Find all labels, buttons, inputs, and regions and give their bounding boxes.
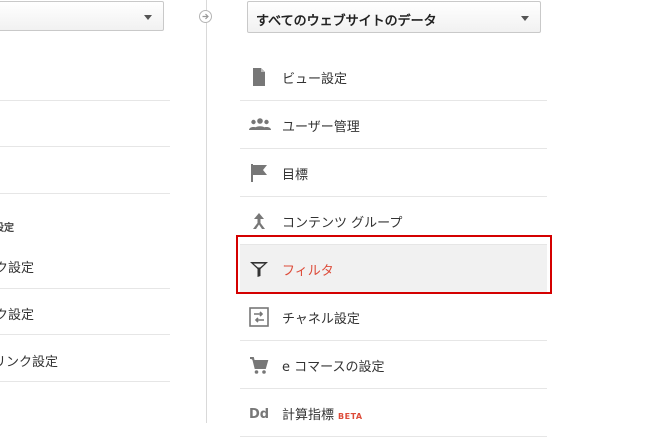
cart-icon (249, 355, 269, 375)
menu-item-label: ユーザー管理 (282, 120, 360, 135)
content-grouping-icon (249, 211, 269, 231)
view-select-value: すべてのウェブサイトのデータ (256, 14, 437, 29)
menu-item-label: コンテンツ グループ (282, 216, 403, 231)
menu-item-ecommerce-settings[interactable]: e コマースの設定 (240, 341, 547, 389)
chevron-down-icon (144, 15, 152, 20)
menu-item-label: e コマースの設定 (282, 360, 385, 375)
account-property-select[interactable] (0, 1, 164, 31)
channel-settings-icon (249, 307, 269, 327)
arrow-right-icon (199, 10, 212, 23)
menu-item-label: チャネル設定 (282, 312, 360, 327)
column-divider (206, 0, 207, 423)
view-select[interactable]: すべてのウェブサイトのデータ (247, 1, 541, 33)
dd-icon: Dd (249, 403, 269, 423)
menu-item-view-settings[interactable]: ビュー設定 (240, 53, 547, 101)
document-icon (249, 67, 269, 87)
divider (0, 334, 170, 335)
menu-item-label: 目標 (282, 168, 309, 183)
svg-text:Dd: Dd (249, 407, 269, 422)
menu-item-label: 計算指標 BETA (282, 408, 363, 423)
divider (0, 146, 170, 147)
left-menu-item[interactable]: リンク設定 (0, 351, 58, 370)
highlight-annotation (236, 235, 552, 294)
divider (0, 381, 170, 382)
divider (0, 100, 170, 101)
users-icon (249, 115, 271, 135)
menu-item-label: ビュー設定 (282, 72, 348, 87)
menu-item-calculated-metrics[interactable]: Dd 計算指標 BETA (240, 389, 547, 437)
chevron-down-icon (521, 16, 529, 21)
menu-item-goals[interactable]: 目標 (240, 149, 547, 197)
left-column: 設定 ク設定 ク設定 リンク設定 (0, 0, 172, 423)
beta-badge: BETA (338, 412, 363, 421)
left-menu-item[interactable]: ク設定 (0, 257, 34, 276)
menu-item-channel-settings[interactable]: チャネル設定 (240, 293, 547, 341)
flag-icon (249, 163, 269, 183)
section-heading: 設定 (0, 223, 14, 234)
menu-item-user-management[interactable]: ユーザー管理 (240, 101, 547, 149)
left-menu-item[interactable]: ク設定 (0, 304, 34, 323)
divider (0, 288, 170, 289)
divider (0, 193, 170, 194)
